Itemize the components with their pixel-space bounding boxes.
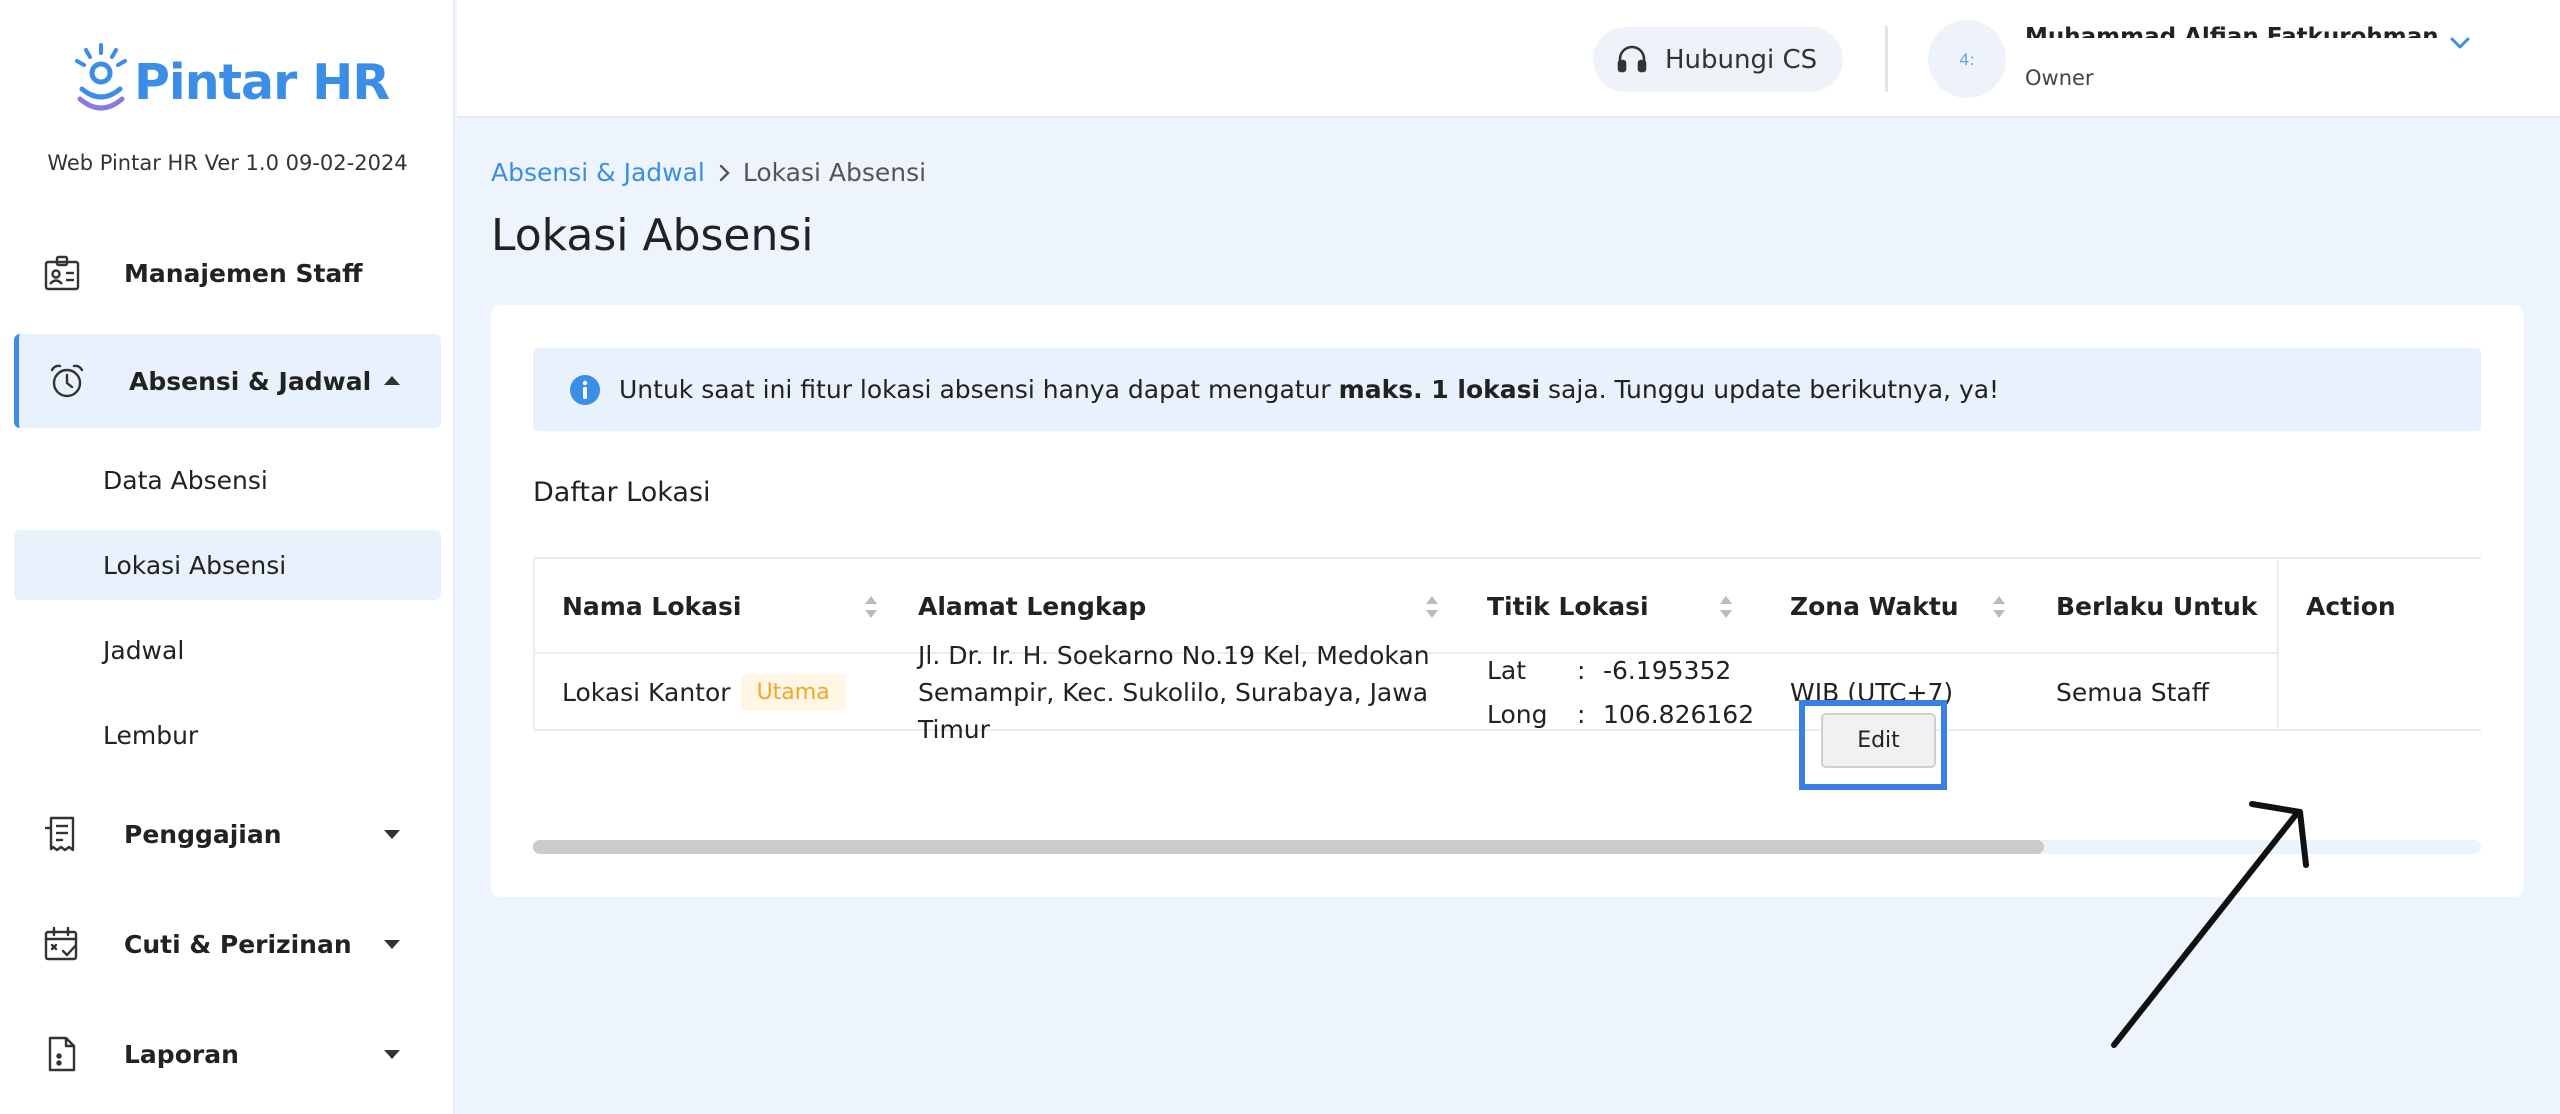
content-card: Untuk saat ini fitur lokasi absensi hany… — [491, 305, 2524, 897]
sort-icon[interactable] — [1423, 593, 1441, 621]
top-header: Hubungi CS 4: Muhammad Alfian Fatkurohma… — [457, 0, 2560, 118]
scrollbar-thumb[interactable] — [533, 840, 2044, 854]
sidebar-item-label: Laporan — [124, 1039, 239, 1069]
sort-icon[interactable] — [862, 593, 880, 621]
lat-value: -6.195352 — [1603, 655, 1732, 685]
lat-separator: : — [1577, 655, 1586, 685]
location-name: Lokasi Kantor — [562, 678, 731, 707]
app-version: Web Pintar HR Ver 1.0 09-02-2024 — [47, 151, 408, 175]
sidebar-item-label: Absensi & Jadwal — [129, 366, 372, 396]
long-label: Long — [1487, 699, 1548, 729]
sidebar-item-label: Manajemen Staff — [124, 258, 363, 288]
info-text-part: Untuk saat ini fitur lokasi absensi hany… — [619, 375, 1339, 404]
caret-down-icon — [384, 830, 400, 839]
column-header-label: Nama Lokasi — [562, 592, 742, 621]
long-value: 106.826162 — [1603, 699, 1755, 729]
avatar[interactable]: 4: — [1928, 20, 2006, 98]
sidebar-subitem-data-absensi[interactable]: Data Absensi — [14, 445, 441, 515]
sidebar-item-penggajian[interactable]: Penggajian — [14, 787, 441, 881]
locations-table: Nama Lokasi Alamat Lengkap Titik Lokasi … — [533, 557, 2481, 744]
sidebar-item-laporan[interactable]: Laporan — [14, 1007, 441, 1101]
info-text: Untuk saat ini fitur lokasi absensi hany… — [619, 375, 1999, 404]
sidebar-subitem-lembur[interactable]: Lembur — [14, 700, 441, 770]
column-header-action: Action — [2306, 559, 2476, 654]
info-banner: Untuk saat ini fitur lokasi absensi hany… — [533, 348, 2481, 431]
list-title: Daftar Lokasi — [533, 477, 711, 508]
hubungi-cs-button[interactable]: Hubungi CS — [1593, 27, 1843, 92]
sort-icon[interactable] — [1717, 593, 1735, 621]
column-header-label: Alamat Lengkap — [918, 592, 1147, 621]
breadcrumb: Absensi & Jadwal Lokasi Absensi — [491, 158, 926, 187]
breadcrumb-link-absensi-jadwal[interactable]: Absensi & Jadwal — [491, 158, 705, 187]
cell-alamat-lengkap: Jl. Dr. Ir. H. Soekarno No.19 Kel, Medok… — [918, 641, 1458, 744]
column-header-label: Zona Waktu — [1790, 592, 1959, 621]
column-header-label: Action — [2306, 592, 2396, 621]
page-title: Lokasi Absensi — [491, 210, 814, 261]
alarm-clock-icon — [50, 364, 84, 398]
location-address: Jl. Dr. Ir. H. Soekarno No.19 Kel, Medok… — [918, 641, 1430, 744]
caret-up-icon — [384, 376, 400, 385]
sidebar-item-cuti-perizinan[interactable]: Cuti & Perizinan — [14, 897, 441, 991]
sidebar-subitem-jadwal[interactable]: Jadwal — [14, 615, 441, 685]
info-icon — [570, 374, 600, 405]
hubungi-cs-label: Hubungi CS — [1665, 44, 1818, 75]
column-header-nama-lokasi[interactable]: Nama Lokasi — [562, 559, 882, 654]
sort-icon[interactable] — [1990, 593, 2008, 621]
chevron-down-icon[interactable] — [2447, 30, 2473, 56]
user-role: Owner — [2025, 66, 2094, 90]
edit-button[interactable]: Edit — [1821, 713, 1936, 768]
coord-lat-row: Lat : -6.195352 — [1487, 649, 1731, 693]
calendar-check-icon — [44, 926, 78, 961]
lat-label: Lat — [1487, 655, 1527, 685]
column-header-label: Titik Lokasi — [1487, 592, 1649, 621]
pintar-hr-logo[interactable]: Pintar HR — [70, 42, 390, 122]
coord-long-row: Long : 106.826162 — [1487, 693, 1754, 737]
user-name: Muhammad Alfian Fatkurohman Anwar — [2025, 24, 2445, 38]
sidebar: Pintar HR Web Pintar HR Ver 1.0 09-02-20… — [0, 0, 455, 1114]
id-card-icon — [44, 255, 80, 291]
column-header-berlaku-untuk: Berlaku Untuk — [2056, 559, 2271, 654]
action-column: Action — [2277, 559, 2481, 729]
status-badge: Utama — [740, 674, 846, 711]
column-header-label: Berlaku Untuk — [2056, 592, 2258, 621]
cell-titik-lokasi: Lat : -6.195352 Long : 106.826162 — [1487, 654, 1767, 731]
column-header-zona-waktu[interactable]: Zona Waktu — [1790, 559, 2020, 654]
caret-down-icon — [384, 1050, 400, 1059]
sidebar-subitem-lokasi-absensi[interactable]: Lokasi Absensi — [14, 530, 441, 600]
chevron-right-icon — [719, 164, 730, 181]
receipt-icon — [45, 816, 75, 852]
sidebar-item-label: Penggajian — [124, 819, 282, 849]
horizontal-scrollbar[interactable] — [533, 840, 2481, 854]
headset-icon — [1617, 45, 1647, 72]
caret-down-icon — [384, 940, 400, 949]
document-icon — [48, 1036, 76, 1072]
breadcrumb-current: Lokasi Absensi — [742, 158, 927, 187]
sidebar-item-absensi-jadwal[interactable]: Absensi & Jadwal — [14, 334, 441, 428]
info-text-bold: maks. 1 lokasi — [1338, 375, 1541, 404]
table-header: Nama Lokasi Alamat Lengkap Titik Lokasi … — [535, 559, 2479, 654]
header-divider — [1885, 26, 1888, 92]
long-separator: : — [1577, 699, 1586, 729]
info-text-part: saja. Tunggu update berikutnya, ya! — [1540, 375, 2000, 404]
sidebar-item-label: Cuti & Perizinan — [124, 929, 352, 959]
logo-text: Pintar HR — [134, 53, 390, 111]
cell-nama-lokasi: Lokasi Kantor Utama — [562, 654, 892, 731]
logo-mark-icon — [75, 43, 127, 111]
cell-berlaku-untuk: Semua Staff — [2056, 678, 2209, 707]
column-header-titik-lokasi[interactable]: Titik Lokasi — [1487, 559, 1747, 654]
sidebar-item-manajemen-staff[interactable]: Manajemen Staff — [14, 226, 441, 320]
